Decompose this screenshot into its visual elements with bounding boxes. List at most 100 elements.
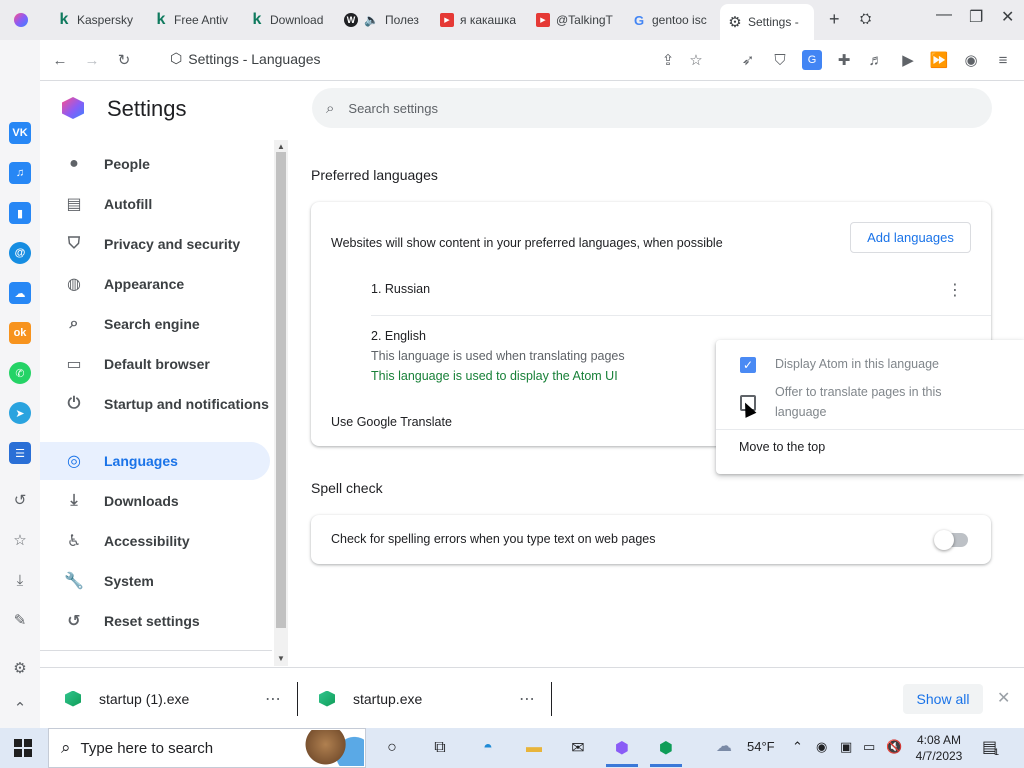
download-icon[interactable]: ⤓ [10,570,30,590]
nav-item-search-engine[interactable]: ⌕ Search engine [40,305,270,343]
brush-icon[interactable]: ✎ [10,610,30,630]
mail-icon[interactable]: ✉ [566,736,590,760]
cortana-icon[interactable]: ○ [380,736,404,760]
record-icon[interactable]: ◉ [816,739,827,755]
translate-icon[interactable]: G [802,50,822,70]
add-languages-button[interactable]: Add languages [850,222,971,253]
nav-item-reset[interactable]: ↺ Reset settings [40,602,270,640]
more-vertical-icon[interactable]: ⋮ [947,280,963,300]
profile-icon[interactable]: ◉ [961,50,981,70]
rocket-icon[interactable]: ➶ [738,50,758,70]
stats-icon[interactable]: ▮ [9,202,31,224]
volume-muted-icon[interactable]: 🔇 [886,739,902,755]
scroll-down-icon[interactable]: ▼ [277,654,285,663]
nav-item-system[interactable]: 🔧 System [40,562,270,600]
back-icon[interactable]: ← [50,50,70,70]
more-horizontal-icon[interactable]: ⋯ [265,689,281,709]
close-icon[interactable]: ✕ [1001,7,1014,27]
history-icon: ↺ [67,613,81,630]
file-explorer-icon[interactable]: ▬ [522,736,546,760]
nav-item-autofill[interactable]: ▤ Autofill [40,185,270,223]
nav-item-languages[interactable]: ◎ Languages [40,442,270,480]
edge-icon[interactable]: ◓ [476,736,500,760]
windows-start-icon[interactable] [14,739,32,757]
whatsapp-icon[interactable]: ✆ [9,362,31,384]
vk-icon[interactable]: VK [9,122,31,144]
nav-divider [40,650,272,651]
tab-ya-kakashka[interactable]: ▶ я какашка [440,5,522,35]
spell-check-toggle[interactable] [934,530,968,550]
star-icon[interactable]: ☆ [10,530,30,550]
extensions-icon[interactable]: ✚ [834,50,854,70]
browser-icon: ▭ [66,356,82,373]
play-icon[interactable]: ▶ [898,50,918,70]
atom-logo-icon[interactable] [14,13,28,27]
search-input[interactable] [348,100,909,116]
close-icon[interactable]: ✕ [997,688,1010,708]
tab-talkingt[interactable]: ▶ @TalkingT [536,5,616,35]
tab-kaspersky[interactable]: k Kaspersky [57,5,137,35]
offer-translate-label[interactable]: Offer to translate pages in this languag… [775,382,942,422]
fast-forward-icon[interactable]: ⏩ [929,50,949,70]
nav-item-accessibility[interactable]: ♿ Accessibility [40,522,270,560]
network-icon[interactable]: ▭ [863,739,875,755]
minimize-icon[interactable]: — [936,6,952,24]
nav-item-appearance[interactable]: ◍ Appearance [40,265,270,303]
translate-note: This language is used when translating p… [371,349,625,363]
download-item[interactable]: startup (1).exe ⋯ [65,668,297,729]
history-icon[interactable]: ↺ [10,490,30,510]
odnoklassniki-icon[interactable]: ok [9,322,31,344]
forward-icon[interactable]: → [82,50,102,70]
nav-scrollbar[interactable]: ▲ ▼ [274,140,288,666]
nav-item-startup[interactable]: ⏻ Startup and notifications [40,385,270,423]
telegram-icon[interactable]: ➤ [9,402,31,424]
music-icon[interactable]: ♫ [9,162,31,184]
weather-temp[interactable]: 54°F [747,739,775,754]
settings-search[interactable]: ⌕ [312,88,992,128]
gear-icon[interactable]: ⚙ [10,658,30,678]
display-language-label[interactable]: Display Atom in this language [775,354,939,374]
restore-icon[interactable]: ❐ [969,7,983,27]
mail-icon[interactable]: @ [9,242,31,264]
task-view-icon[interactable]: ⧉ [428,736,452,760]
weather-icon[interactable]: ☁ [716,736,732,756]
system-clock[interactable]: 4:08 AM 4/7/2023 [904,732,974,764]
list-icon[interactable]: ☰ [9,442,31,464]
reload-icon[interactable]: ↻ [114,50,134,70]
tab-title: Settings - [748,15,799,29]
bookmark-star-icon[interactable]: ☆ [686,50,706,70]
nav-item-downloads[interactable]: ⤓ Downloads [40,482,270,520]
tab-search-icon[interactable]: ⛭ [860,10,871,27]
nav-item-privacy[interactable]: ⛉ Privacy and security [40,225,270,263]
show-all-button[interactable]: Show all [903,684,983,714]
media-queue-icon[interactable]: ♬ [866,50,886,70]
display-language-checkbox[interactable]: ✓ [740,357,756,373]
download-item[interactable]: startup.exe ⋯ [319,668,551,729]
shield-icon[interactable]: ⛉ [770,50,790,70]
search-icon: ⌕ [61,738,71,757]
chevron-up-icon[interactable]: ⌃ [10,698,30,718]
atom-browser-icon[interactable]: ⬢ [610,736,634,760]
share-icon[interactable]: ⇪ [658,50,678,70]
spell-check-card: Check for spelling errors when you type … [311,515,991,564]
nav-item-people[interactable]: ● People [40,145,270,183]
tab-gentoo[interactable]: G gentoo isc [632,5,712,35]
tab-download[interactable]: k Download [250,5,330,35]
chevron-up-icon[interactable]: ⌃ [792,739,803,755]
menu-icon[interactable]: ≡ [993,50,1013,70]
nav-item-default-browser[interactable]: ▭ Default browser [40,345,270,383]
more-horizontal-icon[interactable]: ⋯ [519,689,535,709]
tab-free-antivirus[interactable]: k Free Antiv [154,5,234,35]
webcam-icon[interactable]: ▣ [840,739,852,755]
scroll-up-icon[interactable]: ▲ [277,142,285,151]
move-to-top-item[interactable]: Move to the top [739,437,825,457]
installer-icon[interactable]: ⬢ [654,736,678,760]
tab-polez[interactable]: W 🔈 Полез [344,5,426,35]
download-filename: startup.exe [353,690,423,707]
address-bar[interactable]: ⬡ Settings - Languages [170,50,321,67]
person-icon: ● [69,155,79,172]
scrollbar-thumb[interactable] [276,152,286,628]
new-tab-icon[interactable]: + [829,9,840,30]
tab-settings[interactable]: ⚙ Settings - [720,4,814,40]
cloud-icon[interactable]: ☁ [9,282,31,304]
